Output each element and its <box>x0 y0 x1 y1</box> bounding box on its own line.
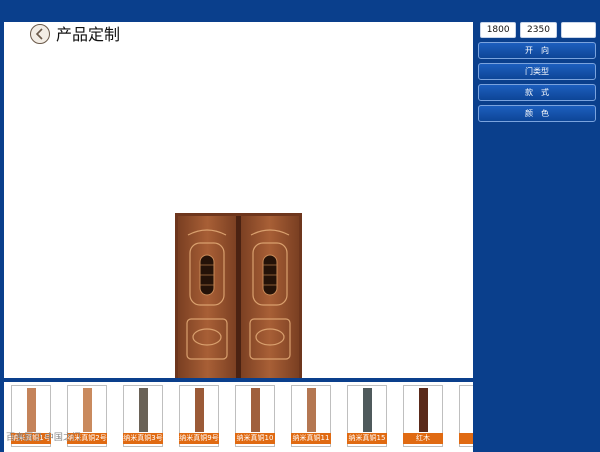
thumbnail-label: 红木 <box>403 433 443 444</box>
page-title: 产品定制 <box>56 25 121 44</box>
color-button[interactable]: 颜 色 <box>478 105 596 122</box>
color-swatch <box>363 388 372 432</box>
thumbnail-label: 纳米真铜15 <box>347 433 387 444</box>
color-thumbnail[interactable]: 纳米真铜15 <box>347 385 387 447</box>
style-button[interactable]: 款 式 <box>478 84 596 101</box>
open-direction-button[interactable]: 开 向 <box>478 42 596 59</box>
color-swatch <box>195 388 204 432</box>
color-swatch <box>251 388 260 432</box>
height-input[interactable]: 2350 <box>520 22 557 38</box>
width-input[interactable]: 1800 <box>480 22 517 38</box>
color-swatch <box>83 388 92 432</box>
extra-input[interactable] <box>560 22 596 38</box>
back-button[interactable] <box>30 24 50 44</box>
thumbnail-label: 纳米真铜10 <box>235 433 275 444</box>
color-swatch <box>307 388 316 432</box>
color-thumbnail[interactable]: 纳米真铜3号 <box>123 385 163 447</box>
color-thumbnail[interactable]: 纳米真铜10 <box>235 385 275 447</box>
color-thumbnail[interactable]: 红木 <box>403 385 443 447</box>
watermark-text: 百事厨卫 中国之门 <box>6 433 81 443</box>
thumbnail-label: 纳米真铜3号 <box>123 433 163 444</box>
preview-canvas: 产品定制 <box>4 22 473 378</box>
options-panel: 1800 2350 开 向 门类型 款 式 颜 色 <box>478 22 596 122</box>
dimension-inputs: 1800 2350 <box>480 22 596 38</box>
color-swatch <box>139 388 148 432</box>
color-thumbnail[interactable]: 纳米真铜9号 <box>179 385 219 447</box>
door-preview-image <box>175 213 302 378</box>
color-thumbnail[interactable]: 红 <box>459 385 473 447</box>
thumbnail-label: 纳米真铜9号 <box>179 433 219 444</box>
chevron-left-icon <box>35 25 45 44</box>
color-swatch <box>27 388 36 432</box>
color-swatch <box>419 388 428 432</box>
color-thumbnail[interactable]: 纳米真铜11 <box>291 385 331 447</box>
door-type-button[interactable]: 门类型 <box>478 63 596 80</box>
thumbnail-label: 纳米真铜11 <box>291 433 331 444</box>
thumbnail-label: 红 <box>459 433 473 444</box>
